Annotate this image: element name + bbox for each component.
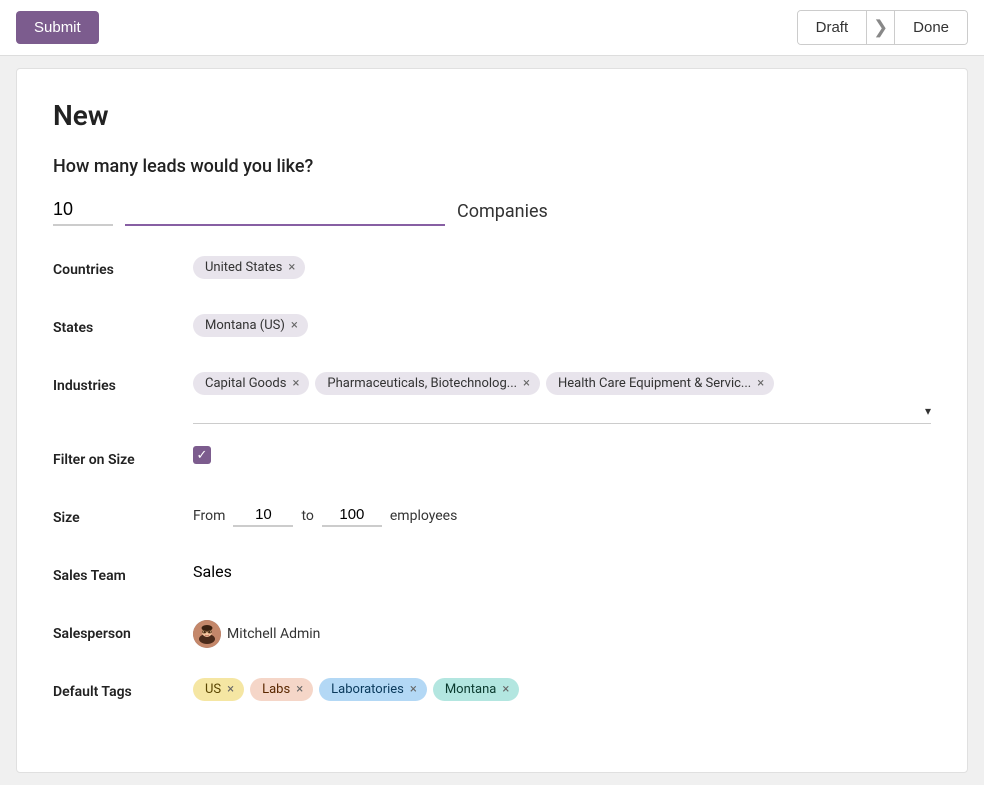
- tag-united-states-label: United States: [205, 260, 282, 275]
- size-label: Size: [53, 504, 193, 526]
- tag-capital-goods: Capital Goods ×: [193, 372, 309, 395]
- tag-montana-label: Montana (US): [205, 318, 285, 333]
- industries-tags-row: Capital Goods × Pharmaceuticals, Biotech…: [193, 372, 931, 395]
- filter-size-value: ✓: [193, 446, 931, 464]
- status-arrow-icon: ❯: [867, 11, 895, 44]
- tag-pharma-remove[interactable]: ×: [523, 377, 530, 390]
- tag-montana-default-remove[interactable]: ×: [502, 683, 509, 696]
- states-row: States Montana (US) ×: [53, 314, 931, 350]
- leads-row: Companies: [53, 195, 931, 226]
- default-tags-row: Default Tags US × Labs × Laboratories × …: [53, 678, 931, 714]
- avatar-svg: [193, 620, 221, 648]
- leads-unit-label: Companies: [457, 201, 548, 226]
- industries-search-input[interactable]: [193, 403, 925, 419]
- countries-label: Countries: [53, 256, 193, 278]
- tag-capital-label: Capital Goods: [205, 376, 286, 391]
- size-inputs-row: From to employees: [193, 504, 457, 527]
- filter-size-row: Filter on Size ✓: [53, 446, 931, 482]
- top-bar: Submit Draft ❯ Done: [0, 0, 984, 56]
- status-group: Draft ❯ Done: [797, 10, 968, 45]
- tag-montana: Montana (US) ×: [193, 314, 308, 337]
- tag-us-label: US: [205, 682, 221, 697]
- states-value: Montana (US) ×: [193, 314, 931, 337]
- salesperson-label: Salesperson: [53, 620, 193, 642]
- sales-team-value: Sales: [193, 562, 931, 581]
- industries-dropdown-arrow[interactable]: ▾: [925, 404, 931, 418]
- sales-team-text: Sales: [193, 562, 232, 581]
- page-title: New: [53, 99, 931, 132]
- tag-united-states: United States ×: [193, 256, 305, 279]
- salesperson-info: Mitchell Admin: [193, 620, 320, 648]
- size-to-label: to: [301, 508, 313, 524]
- default-tags-label: Default Tags: [53, 678, 193, 700]
- tag-pharma: Pharmaceuticals, Biotechnolog... ×: [315, 372, 540, 395]
- draft-button[interactable]: Draft: [798, 11, 868, 44]
- salesperson-name: Mitchell Admin: [227, 626, 320, 642]
- page-wrapper: Submit Draft ❯ Done New How many leads w…: [0, 0, 984, 785]
- size-from-label: From: [193, 508, 225, 524]
- tag-health-remove[interactable]: ×: [757, 377, 764, 390]
- salesperson-row: Salesperson: [53, 620, 931, 656]
- filter-size-checkbox[interactable]: ✓: [193, 446, 211, 464]
- tag-labs-remove[interactable]: ×: [296, 683, 303, 696]
- industries-label: Industries: [53, 372, 193, 394]
- size-to-input[interactable]: [322, 504, 382, 527]
- tag-health-label: Health Care Equipment & Servic...: [558, 376, 751, 391]
- salesperson-value: Mitchell Admin: [193, 620, 931, 648]
- states-label: States: [53, 314, 193, 336]
- leads-count-input[interactable]: [53, 195, 113, 226]
- size-value: From to employees: [193, 504, 931, 527]
- checkbox-check-icon: ✓: [197, 449, 208, 462]
- section-question: How many leads would you like?: [53, 156, 931, 177]
- tag-montana-remove[interactable]: ×: [291, 319, 298, 332]
- avatar: [193, 620, 221, 648]
- tag-montana-default: Montana ×: [433, 678, 519, 701]
- submit-button[interactable]: Submit: [16, 11, 99, 44]
- countries-row: Countries United States ×: [53, 256, 931, 292]
- size-row: Size From to employees: [53, 504, 931, 540]
- tag-montana-default-label: Montana: [445, 682, 497, 697]
- industries-row: Industries Capital Goods × Pharmaceutica…: [53, 372, 931, 424]
- industries-container: Capital Goods × Pharmaceuticals, Biotech…: [193, 372, 931, 424]
- tag-us-remove[interactable]: ×: [227, 683, 234, 696]
- industries-dropdown-row: ▾: [193, 399, 931, 424]
- tag-pharma-label: Pharmaceuticals, Biotechnolog...: [327, 376, 517, 391]
- tag-laboratories-remove[interactable]: ×: [410, 683, 417, 696]
- size-from-input[interactable]: [233, 504, 293, 527]
- countries-value: United States ×: [193, 256, 931, 279]
- tag-capital-remove[interactable]: ×: [292, 377, 299, 390]
- tag-united-states-remove[interactable]: ×: [288, 261, 295, 274]
- filter-size-label: Filter on Size: [53, 446, 193, 468]
- sales-team-row: Sales Team Sales: [53, 562, 931, 598]
- tag-laboratories-label: Laboratories: [331, 682, 404, 697]
- sales-team-label: Sales Team: [53, 562, 193, 584]
- main-content: New How many leads would you like? Compa…: [16, 68, 968, 773]
- tag-labs: Labs ×: [250, 678, 313, 701]
- tag-laboratories: Laboratories ×: [319, 678, 427, 701]
- tag-health: Health Care Equipment & Servic... ×: [546, 372, 774, 395]
- tag-labs-label: Labs: [262, 682, 290, 697]
- done-button[interactable]: Done: [895, 11, 967, 44]
- tag-us: US ×: [193, 678, 244, 701]
- size-unit-label: employees: [390, 508, 457, 524]
- default-tags-value: US × Labs × Laboratories × Montana ×: [193, 678, 931, 701]
